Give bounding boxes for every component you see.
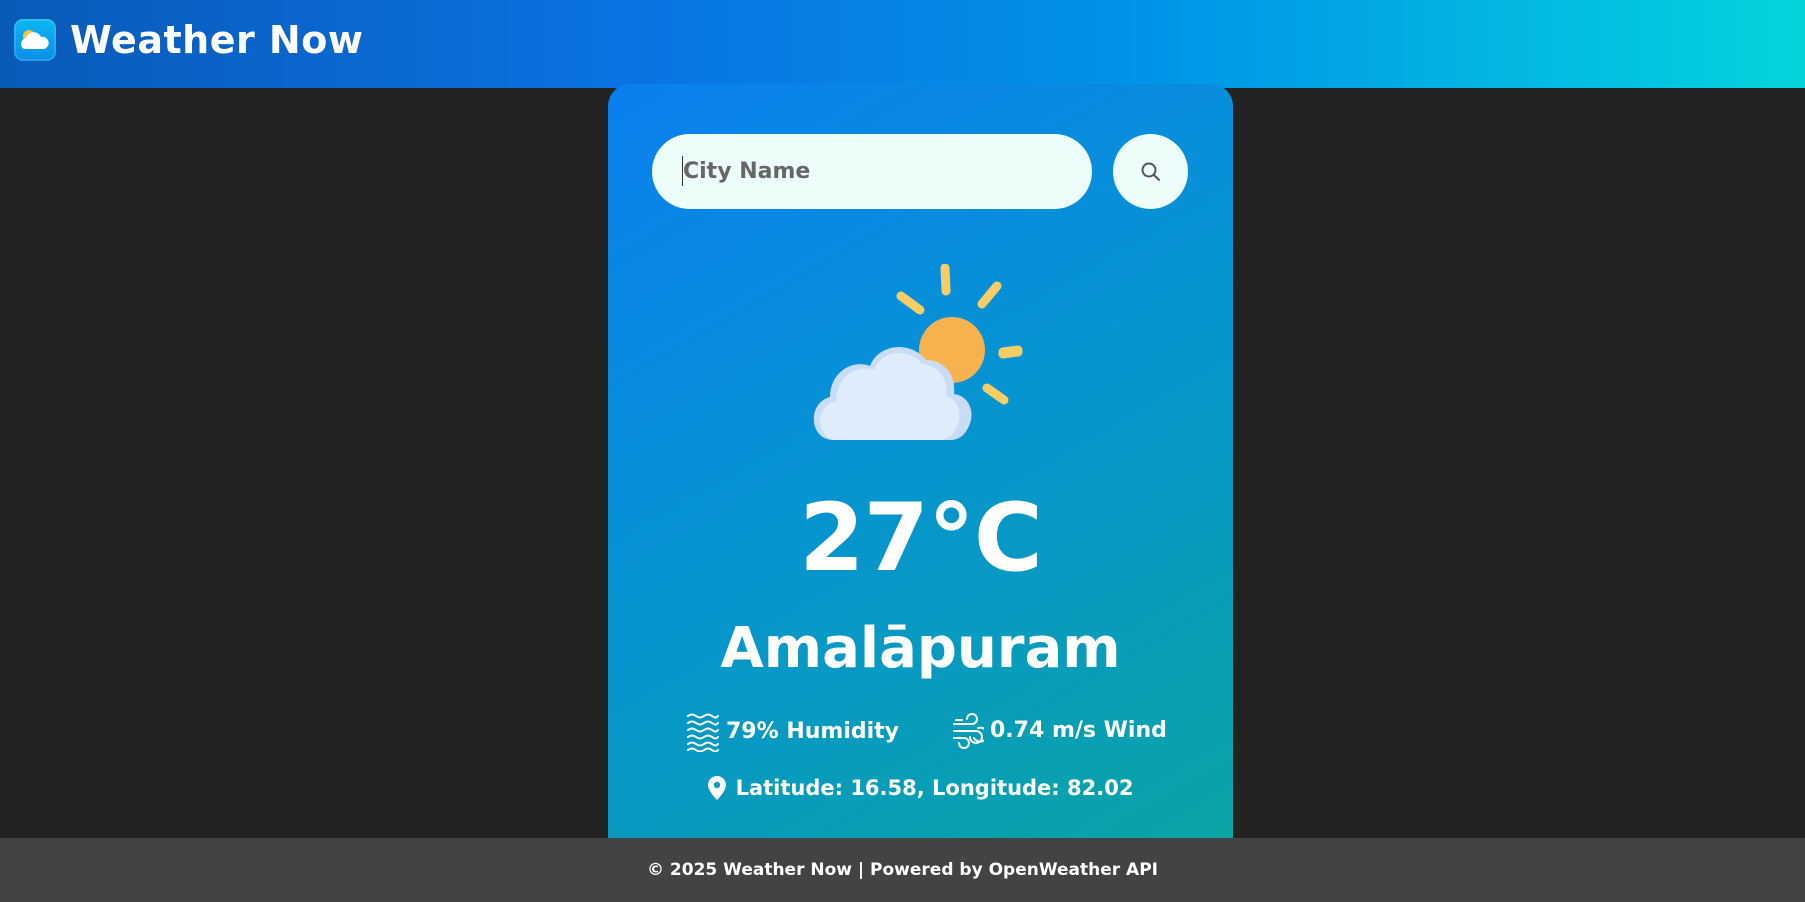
humidity-text: 79% Humidity — [726, 719, 900, 744]
wind-text: 0.74 m/s Wind — [990, 718, 1167, 743]
text-caret — [682, 156, 683, 186]
app-title: Weather Now — [70, 18, 364, 62]
partly-cloudy-icon — [808, 263, 1038, 448]
search-icon — [1141, 162, 1160, 181]
cloud-sun-logo-icon — [14, 19, 56, 61]
humidity-stat: 79% Humidity — [686, 712, 899, 752]
coordinates-row: Latitude: 16.58, Longitude: 82.02 — [608, 772, 1233, 804]
location-pin-icon — [707, 776, 726, 800]
coordinates-text: Latitude: 16.58, Longitude: 82.02 — [735, 776, 1134, 800]
city-search-input[interactable] — [652, 134, 1092, 209]
search-button[interactable] — [1113, 134, 1188, 209]
page-footer: © 2025 Weather Now | Powered by OpenWeat… — [0, 838, 1805, 902]
app-header: Weather Now — [0, 0, 1805, 88]
wind-stat: 0.74 m/s Wind — [952, 712, 1167, 750]
temperature-display: 27°C — [799, 484, 1043, 593]
humidity-waves-icon — [687, 713, 719, 752]
footer-text: © 2025 Weather Now | Powered by OpenWeat… — [647, 860, 1158, 880]
weather-card: 27°C Amalāpuram 79% Humidity 0.7 — [608, 84, 1233, 838]
wind-icon — [953, 713, 984, 749]
city-name: Amalāpuram — [720, 616, 1121, 681]
